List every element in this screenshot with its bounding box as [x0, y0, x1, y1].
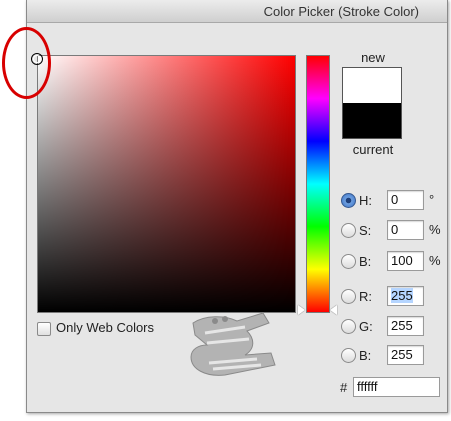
- hue-unit: °: [429, 192, 435, 207]
- brightness-unit: %: [429, 253, 441, 268]
- hue-slider-right-handle[interactable]: [330, 305, 337, 315]
- red-input-value: 255: [391, 288, 413, 303]
- brightness-field-label: B:: [359, 254, 372, 269]
- current-color-swatch[interactable]: [343, 103, 401, 138]
- hex-input[interactable]: ffffff: [353, 377, 440, 397]
- color-swatch: [342, 67, 402, 139]
- blue-field-label: B:: [359, 348, 372, 363]
- brightness-input[interactable]: 100: [387, 251, 424, 271]
- current-label: current: [352, 142, 394, 157]
- hue-field-label: H:: [359, 193, 372, 208]
- saturation-input[interactable]: 0: [387, 220, 424, 240]
- only-web-colors-label[interactable]: Only Web Colors: [56, 320, 154, 335]
- hue-radio[interactable]: [341, 193, 356, 208]
- blue-radio[interactable]: [341, 348, 356, 363]
- green-input[interactable]: 255: [387, 316, 424, 336]
- new-label: new: [361, 50, 385, 65]
- blue-input[interactable]: 255: [387, 345, 424, 365]
- hue-slider-left-handle[interactable]: [298, 305, 305, 315]
- red-field-label: R:: [359, 289, 372, 304]
- annotation-highlight-circle: [2, 27, 51, 99]
- watermark-logo: [190, 312, 276, 376]
- only-web-colors-checkbox[interactable]: [37, 322, 51, 336]
- green-field-label: G:: [359, 319, 373, 334]
- hue-slider[interactable]: [306, 55, 330, 313]
- title-bar: Color Picker (Stroke Color): [27, 0, 447, 23]
- red-input[interactable]: 255: [387, 286, 424, 306]
- hex-label: #: [340, 380, 348, 395]
- red-radio[interactable]: [341, 289, 356, 304]
- saturation-field-label: S:: [359, 223, 372, 238]
- window-title: Color Picker (Stroke Color): [263, 4, 419, 19]
- color-field[interactable]: [37, 55, 296, 313]
- new-color-swatch: [343, 68, 401, 103]
- color-picker-dialog: Color Picker (Stroke Color) new current …: [26, 0, 448, 413]
- hue-input[interactable]: 0: [387, 190, 424, 210]
- saturation-radio[interactable]: [341, 223, 356, 238]
- brightness-radio[interactable]: [341, 254, 356, 269]
- green-radio[interactable]: [341, 319, 356, 334]
- saturation-unit: %: [429, 222, 441, 237]
